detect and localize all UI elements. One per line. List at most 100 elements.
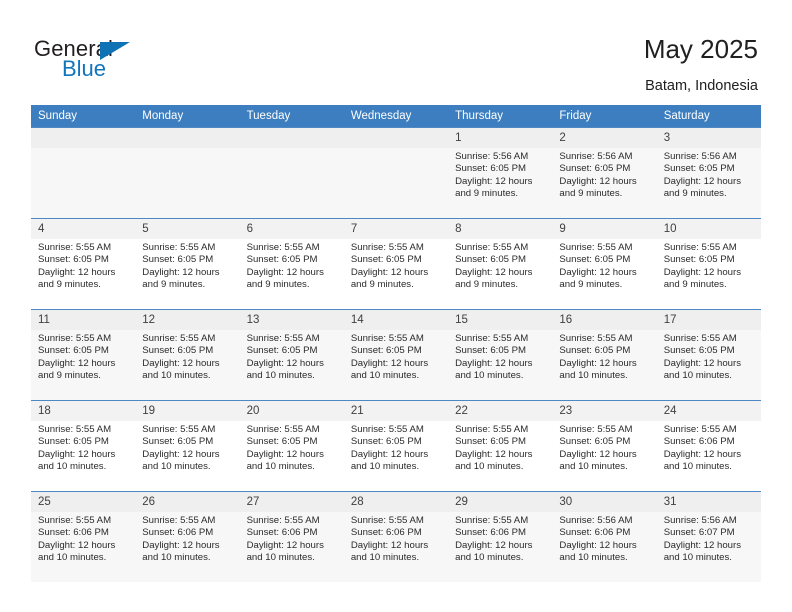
sunrise-text: Sunrise: 5:55 AM — [38, 242, 112, 253]
sunset-text: Sunset: 6:05 PM — [38, 345, 109, 357]
day-cell-content — [239, 128, 344, 218]
calendar-day-cell[interactable]: 19 Sunrise: 5:55 AM Sunset: 6:05 PM Dayligh… — [135, 400, 240, 492]
daylight-text-line1: Daylight: 12 hours — [142, 539, 220, 551]
sunrise-text: Sunrise: 5:55 AM — [559, 242, 633, 253]
sunset-text: Sunset: 6:05 PM — [559, 345, 631, 357]
weekday-header-saturday: Saturday — [656, 105, 761, 128]
daylight-text-line1: Daylight: 12 hours — [559, 539, 637, 551]
daylight-text-line2: and 10 minutes. — [38, 552, 107, 564]
daylight-text-line1: Daylight: 12 hours — [246, 266, 324, 278]
sunset-text: Sunset: 6:05 PM — [350, 254, 422, 266]
calendar-day-cell[interactable]: 25 Sunrise: 5:55 AM Sunset: 6:06 PM Dayligh… — [31, 491, 136, 582]
calendar-day-cell[interactable]: 7 Sunrise: 5:55 AM Sunset: 6:05 PM Daylight… — [343, 218, 449, 310]
calendar-day-cell[interactable]: 2 Sunrise: 5:56 AM Sunset: 6:05 PM Daylight… — [552, 127, 657, 219]
calendar-day-cell[interactable]: 11 Sunrise: 5:55 AM Sunset: 6:05 PM Dayligh… — [31, 309, 136, 401]
calendar-day-cell[interactable]: 9 Sunrise: 5:55 AM Sunset: 6:05 PM Daylight… — [552, 218, 657, 310]
calendar-day-cell[interactable]: 30 Sunrise: 5:56 AM Sunset: 6:06 PM Dayligh… — [552, 491, 657, 582]
calendar-day-cell[interactable]: 22 Sunrise: 5:55 AM Sunset: 6:05 PM Dayligh… — [448, 400, 553, 492]
logo-text-blue: Blue — [62, 56, 107, 81]
calendar-day-cell[interactable]: 28 Sunrise: 5:55 AM Sunset: 6:06 PM Dayligh… — [343, 491, 449, 582]
calendar-day-cell[interactable]: 10 Sunrise: 5:55 AM Sunset: 6:05 PM Dayligh… — [656, 218, 761, 310]
daylight-text-line2: and 10 minutes. — [455, 370, 524, 382]
daylight-text-line2: and 9 minutes. — [559, 279, 623, 291]
calendar-week-row: 18 Sunrise: 5:55 AM Sunset: 6:05 PM Dayligh… — [31, 400, 761, 492]
calendar-day-cell[interactable]: 17 Sunrise: 5:55 AM Sunset: 6:05 PM Dayligh… — [656, 309, 761, 401]
day-number: 29 — [448, 492, 553, 512]
day-number: 15 — [448, 310, 553, 330]
page-subtitle-location: Batam, Indonesia — [645, 78, 758, 94]
daylight-text-line2: and 10 minutes. — [38, 461, 107, 473]
day-sun-times: Sunrise: 5:55 AM Sunset: 6:05 PM Daylight:… — [240, 330, 344, 383]
sunset-text: Sunset: 6:06 PM — [142, 527, 214, 539]
daylight-text-line2: and 10 minutes. — [663, 552, 732, 564]
day-cell-content: 15 Sunrise: 5:55 AM Sunset: 6:05 PM Dayligh… — [448, 310, 553, 400]
day-number: 7 — [343, 219, 449, 239]
sunrise-text: Sunrise: 5:56 AM — [663, 151, 737, 162]
calendar-day-cell[interactable]: 31 Sunrise: 5:56 AM Sunset: 6:07 PM Dayligh… — [656, 491, 761, 582]
day-sun-times: Sunrise: 5:55 AM Sunset: 6:05 PM Daylight:… — [448, 421, 552, 474]
sunset-text: Sunset: 6:05 PM — [246, 254, 318, 266]
daylight-text-line2: and 9 minutes. — [663, 279, 727, 291]
daylight-text-line1: Daylight: 12 hours — [559, 266, 637, 278]
sunrise-text: Sunrise: 5:55 AM — [246, 424, 320, 435]
day-sun-times: Sunrise: 5:55 AM Sunset: 6:05 PM Daylight:… — [552, 239, 656, 292]
calendar-day-cell[interactable]: 1 Sunrise: 5:56 AM Sunset: 6:05 PM Daylight… — [448, 127, 553, 219]
calendar-day-cell[interactable]: 29 Sunrise: 5:55 AM Sunset: 6:06 PM Dayligh… — [448, 491, 553, 582]
sunrise-text: Sunrise: 5:55 AM — [663, 333, 737, 344]
sunrise-text: Sunrise: 5:55 AM — [663, 424, 737, 435]
daylight-text-line1: Daylight: 12 hours — [142, 448, 220, 460]
calendar-day-cell-empty — [31, 127, 136, 219]
daylight-text-line2: and 10 minutes. — [350, 370, 420, 382]
day-number: 12 — [135, 310, 240, 330]
sunrise-text: Sunrise: 5:55 AM — [142, 242, 216, 253]
day-cell-content: 31 Sunrise: 5:56 AM Sunset: 6:07 PM Dayligh… — [656, 492, 761, 582]
sunset-text: Sunset: 6:05 PM — [246, 345, 318, 357]
calendar-day-cell[interactable]: 18 Sunrise: 5:55 AM Sunset: 6:05 PM Dayligh… — [31, 400, 136, 492]
calendar-day-cell[interactable]: 24 Sunrise: 5:55 AM Sunset: 6:06 PM Dayligh… — [656, 400, 761, 492]
day-cell-content: 17 Sunrise: 5:55 AM Sunset: 6:05 PM Dayligh… — [656, 310, 761, 400]
day-sun-times: Sunrise: 5:56 AM Sunset: 6:07 PM Daylight:… — [657, 512, 761, 565]
weekday-header-sunday: Sunday — [31, 105, 136, 128]
daylight-text-line1: Daylight: 12 hours — [559, 448, 637, 460]
day-number: 6 — [239, 219, 344, 239]
day-cell-content: 27 Sunrise: 5:55 AM Sunset: 6:06 PM Dayligh… — [239, 492, 344, 582]
day-cell-content: 7 Sunrise: 5:55 AM Sunset: 6:05 PM Daylight… — [343, 219, 449, 309]
calendar-day-cell[interactable]: 4 Sunrise: 5:55 AM Sunset: 6:05 PM Daylight… — [31, 218, 136, 310]
day-number: 19 — [135, 401, 240, 421]
sunset-text: Sunset: 6:06 PM — [455, 527, 527, 539]
calendar-day-cell[interactable]: 21 Sunrise: 5:55 AM Sunset: 6:05 PM Dayligh… — [343, 400, 449, 492]
day-cell-content: 1 Sunrise: 5:56 AM Sunset: 6:05 PM Daylight… — [448, 128, 553, 218]
sunrise-text: Sunrise: 5:55 AM — [455, 333, 529, 344]
calendar-day-cell[interactable]: 20 Sunrise: 5:55 AM Sunset: 6:05 PM Dayligh… — [239, 400, 344, 492]
day-cell-content: 2 Sunrise: 5:56 AM Sunset: 6:05 PM Daylight… — [552, 128, 657, 218]
calendar-day-cell[interactable]: 26 Sunrise: 5:55 AM Sunset: 6:06 PM Dayligh… — [135, 491, 240, 582]
day-sun-times: Sunrise: 5:55 AM Sunset: 6:06 PM Daylight:… — [448, 512, 552, 565]
weekday-header-monday: Monday — [135, 105, 240, 128]
calendar-day-cell[interactable]: 23 Sunrise: 5:55 AM Sunset: 6:05 PM Dayligh… — [552, 400, 657, 492]
sunset-text: Sunset: 6:05 PM — [455, 163, 527, 175]
daylight-text-line2: and 10 minutes. — [142, 370, 211, 382]
sunset-text: Sunset: 6:05 PM — [663, 345, 735, 357]
calendar-day-cell[interactable]: 16 Sunrise: 5:55 AM Sunset: 6:05 PM Dayligh… — [552, 309, 657, 401]
general-blue-logo[interactable]: General Blue — [34, 38, 214, 90]
calendar-page: General Blue May 2025 Batam, Indonesia S… — [0, 0, 792, 612]
calendar-day-cell[interactable]: 12 Sunrise: 5:55 AM Sunset: 6:05 PM Dayligh… — [135, 309, 240, 401]
calendar-day-cell[interactable]: 14 Sunrise: 5:55 AM Sunset: 6:05 PM Dayligh… — [343, 309, 449, 401]
day-cell-content: 4 Sunrise: 5:55 AM Sunset: 6:05 PM Daylight… — [31, 219, 136, 309]
calendar-day-cell[interactable]: 13 Sunrise: 5:55 AM Sunset: 6:05 PM Dayligh… — [239, 309, 344, 401]
day-number: 30 — [552, 492, 657, 512]
calendar-day-cell[interactable]: 5 Sunrise: 5:55 AM Sunset: 6:05 PM Daylight… — [135, 218, 240, 310]
calendar-day-cell[interactable]: 3 Sunrise: 5:56 AM Sunset: 6:05 PM Daylight… — [656, 127, 761, 219]
sunset-text: Sunset: 6:06 PM — [350, 527, 422, 539]
day-number — [31, 128, 136, 148]
calendar-week-row: 4 Sunrise: 5:55 AM Sunset: 6:05 PM Daylight… — [31, 218, 761, 310]
calendar-day-cell[interactable]: 8 Sunrise: 5:55 AM Sunset: 6:05 PM Daylight… — [448, 218, 553, 310]
daylight-text-line2: and 9 minutes. — [38, 279, 101, 291]
calendar-day-cell[interactable]: 27 Sunrise: 5:55 AM Sunset: 6:06 PM Dayligh… — [239, 491, 344, 582]
calendar-day-cell[interactable]: 6 Sunrise: 5:55 AM Sunset: 6:05 PM Daylight… — [239, 218, 344, 310]
sunrise-text: Sunrise: 5:55 AM — [142, 333, 216, 344]
day-cell-content — [343, 128, 449, 218]
day-cell-content: 23 Sunrise: 5:55 AM Sunset: 6:05 PM Dayligh… — [552, 401, 657, 491]
calendar-day-cell[interactable]: 15 Sunrise: 5:55 AM Sunset: 6:05 PM Dayligh… — [448, 309, 553, 401]
daylight-text-line2: and 10 minutes. — [559, 370, 628, 382]
